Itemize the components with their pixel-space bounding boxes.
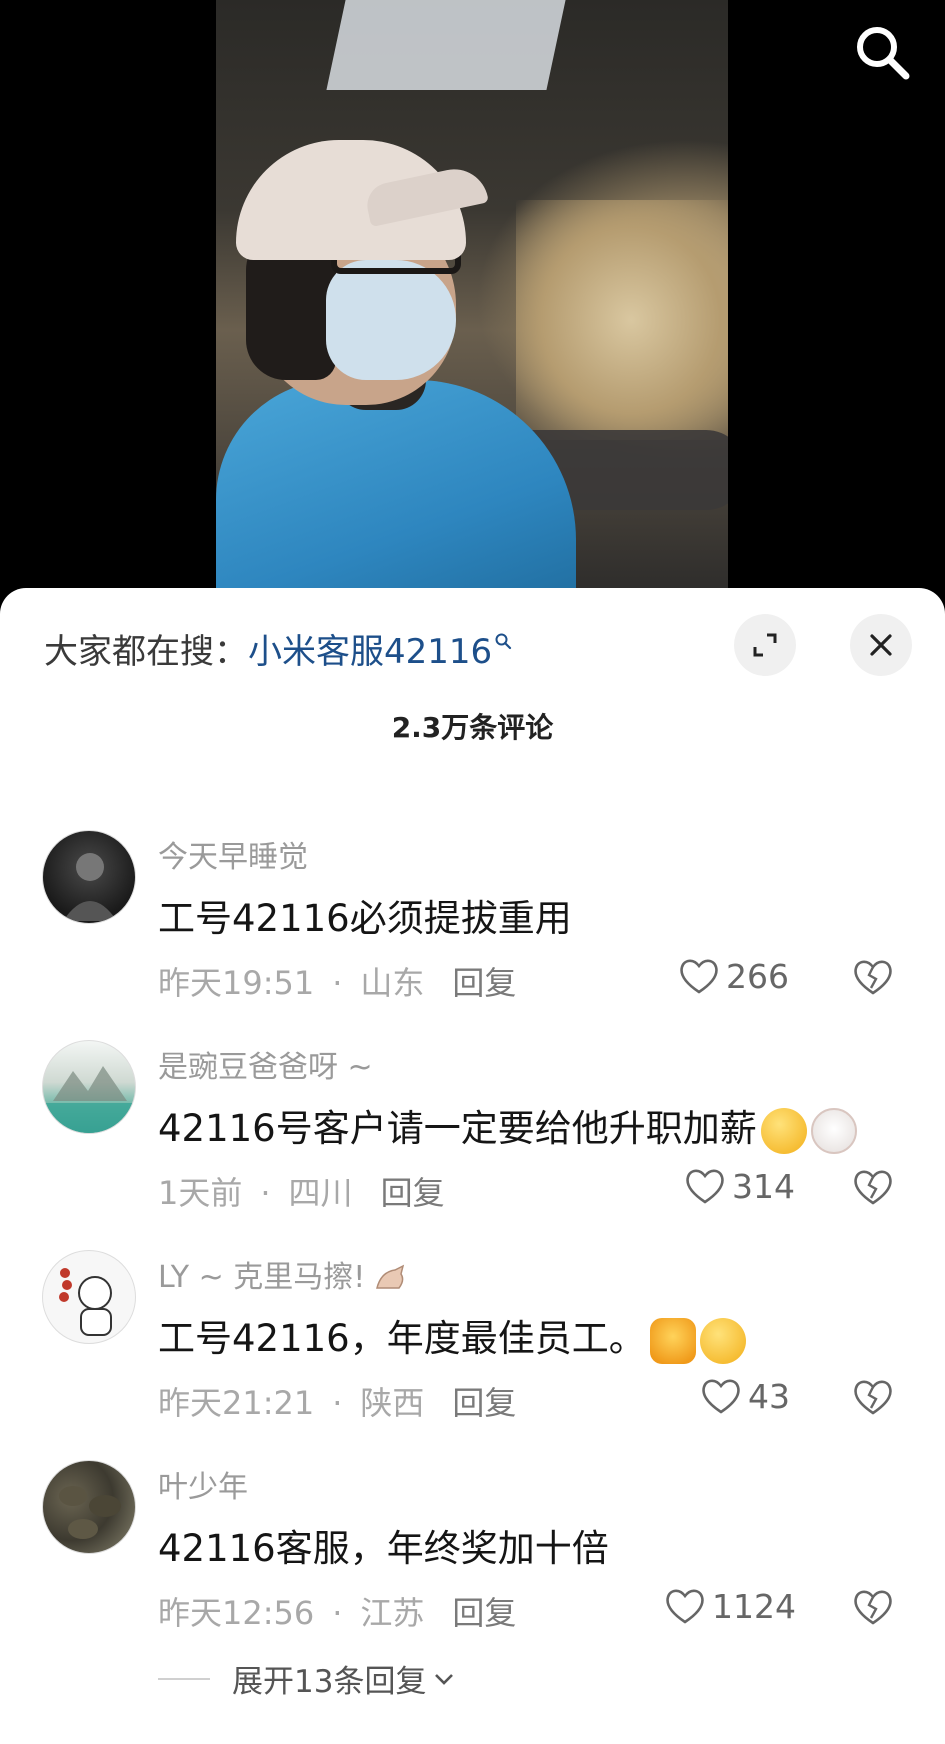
horse-emoji-icon [376, 1264, 405, 1289]
expand-replies-label: 展开13条回复 [232, 1664, 427, 1700]
thumbs-up-emoji-icon [649, 1317, 696, 1364]
reply-button[interactable]: 回复 [452, 1384, 516, 1422]
reply-button[interactable]: 回复 [381, 1174, 445, 1212]
video-player[interactable] [0, 0, 945, 600]
video-person-mask [326, 260, 456, 380]
video-window [516, 200, 728, 440]
thinking-face-emoji-icon [699, 1317, 746, 1364]
comment-sheet: 大家都在搜：小米客服42116 2.3万条评论 今天早睡觉 工号42116必须提… [0, 588, 945, 1744]
broken-heart-icon[interactable] [852, 956, 894, 998]
heart-icon [666, 1589, 704, 1624]
cat-emoji-icon [810, 1107, 857, 1154]
comment-text: 工号42116，年度最佳员工。 [158, 1308, 746, 1364]
reply-button[interactable]: 回复 [452, 1594, 516, 1632]
hot-search-prefix: 大家都在搜： [44, 632, 248, 672]
comment-location: 山东 [360, 964, 425, 1002]
like-count: 266 [726, 956, 789, 996]
like-button[interactable]: 314 [684, 1164, 795, 1208]
search-icon [857, 27, 910, 80]
broken-heart-icon[interactable] [852, 1586, 894, 1628]
comment-time: 昨天19:51 [158, 964, 315, 1002]
avatar[interactable] [42, 1460, 136, 1554]
comment-item: 叶少年 42116客服，年终奖加十倍 昨天12:56 · 江苏 回复 1124 [0, 1460, 945, 1670]
divider-line [158, 1677, 210, 1680]
avatar[interactable] [42, 1250, 136, 1344]
broken-heart-icon[interactable] [852, 1376, 894, 1418]
reply-button[interactable]: 回复 [452, 964, 516, 1002]
comment-meta: 昨天21:21 · 陕西 回复 [158, 1378, 516, 1424]
keyword-search-icon [495, 633, 512, 650]
hot-search-keyword[interactable]: 小米客服42116 [248, 632, 492, 672]
meta-separator: · [332, 1384, 343, 1422]
search-button[interactable] [850, 20, 914, 84]
comment-text: 工号42116必须提拔重用 [158, 897, 572, 940]
broken-heart-icon[interactable] [852, 1166, 894, 1208]
like-button[interactable]: 43 [700, 1374, 790, 1418]
thinking-face-emoji-icon [760, 1107, 807, 1154]
meta-separator: · [332, 1594, 343, 1632]
chevron-down-icon [435, 1673, 454, 1685]
comment-time: 昨天21:21 [158, 1384, 315, 1422]
meta-separator: · [332, 964, 343, 1002]
comment-item: 是豌豆爸爸呀 ~ 42116号客户请一定要给他升职加薪 1天前 · 四川 回复 314 [0, 1040, 945, 1250]
meta-separator: · [260, 1174, 271, 1212]
comment-meta: 1天前 · 四川 回复 [158, 1168, 445, 1214]
comment-item: 今天早睡觉 工号42116必须提拔重用 昨天19:51 · 山东 回复 266 [0, 830, 945, 1040]
avatar-cartoon-icon [59, 1268, 112, 1336]
hot-search-bar: 大家都在搜：小米客服42116 [44, 624, 512, 673]
comment-text: 42116客服，年终奖加十倍 [158, 1527, 609, 1570]
like-button[interactable]: 266 [678, 954, 789, 998]
comment-username[interactable]: LY ~ 克里马擦! [158, 1252, 409, 1296]
comment-text-content: 工号42116，年度最佳员工。 [158, 1317, 646, 1360]
comment-location: 江苏 [360, 1594, 425, 1632]
comment-location: 四川 [288, 1174, 353, 1212]
comment-text: 42116号客户请一定要给他升职加薪 [158, 1098, 857, 1154]
comment-username[interactable]: 是豌豆爸爸呀 ~ [158, 1042, 373, 1086]
comment-location: 陕西 [360, 1384, 425, 1422]
avatar[interactable] [42, 1040, 136, 1134]
heart-icon [680, 959, 718, 994]
expand-replies-button[interactable]: 展开13条回复 [158, 1656, 454, 1701]
close-icon [870, 634, 892, 656]
expand-button[interactable] [734, 614, 796, 676]
heart-icon [702, 1379, 740, 1414]
comment-username[interactable]: 叶少年 [158, 1462, 248, 1506]
comment-time: 昨天12:56 [158, 1594, 315, 1632]
like-count: 1124 [712, 1586, 796, 1626]
comment-meta: 昨天19:51 · 山东 回复 [158, 958, 516, 1004]
comment-username-text: LY ~ 克里马擦! [158, 1260, 366, 1295]
heart-icon [686, 1169, 724, 1204]
comment-username[interactable]: 今天早睡觉 [158, 832, 308, 876]
avatar[interactable] [42, 830, 136, 924]
video-sunroof [326, 0, 566, 90]
comment-text-content: 42116号客户请一定要给他升职加薪 [158, 1107, 757, 1150]
video-frame[interactable] [216, 0, 728, 600]
comment-item: LY ~ 克里马擦! 工号42116，年度最佳员工。 昨天21:21 · 陕西 回复 … [0, 1250, 945, 1460]
close-button[interactable] [850, 614, 912, 676]
avatar-turtles-icon [59, 1486, 121, 1539]
expand-icon [753, 633, 777, 657]
like-button[interactable]: 1124 [664, 1584, 796, 1628]
avatar-silhouette-icon [63, 853, 117, 921]
comment-count-title: 2.3万条评论 [391, 711, 554, 744]
avatar-landscape-icon [43, 1066, 135, 1133]
comment-time: 1天前 [158, 1174, 243, 1212]
like-count: 314 [732, 1166, 795, 1206]
comment-meta: 昨天12:56 · 江苏 回复 [158, 1588, 516, 1634]
like-count: 43 [748, 1376, 790, 1416]
